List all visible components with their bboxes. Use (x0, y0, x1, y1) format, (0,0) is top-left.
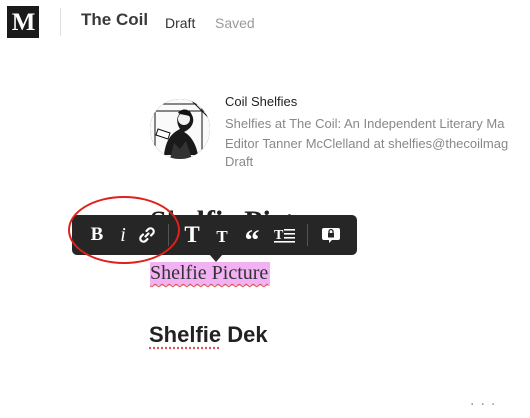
annotation-circle (68, 196, 180, 264)
author-bio: Shelfies at The Coil: An Independent Lit… (225, 116, 509, 151)
publication-name[interactable]: The Coil (81, 10, 148, 30)
save-state: Saved (215, 15, 255, 31)
lock-speech-icon (322, 228, 340, 243)
selected-text[interactable]: Shelfie Picture (150, 262, 271, 286)
draft-status: Draft (165, 15, 196, 31)
more-dots[interactable]: ... (470, 392, 501, 410)
private-note-button[interactable] (318, 220, 344, 250)
small-title-button[interactable]: T (209, 220, 235, 250)
large-title-button[interactable]: T (179, 220, 205, 250)
header-divider (60, 8, 61, 36)
toolbar-pointer (209, 254, 223, 262)
medium-logo[interactable]: M (7, 6, 39, 38)
avatar[interactable] (150, 99, 210, 159)
quote-button[interactable]: “ (239, 220, 265, 257)
drop-cap-icon: T (274, 228, 295, 243)
svg-text:T: T (274, 228, 284, 243)
dek-heading[interactable]: Shelfie Dek (149, 322, 268, 348)
drop-cap-button[interactable]: T (272, 220, 298, 250)
avatar-illustration (150, 99, 210, 159)
author-name[interactable]: Coil Shelfies (225, 94, 297, 109)
toolbar-separator (307, 224, 308, 246)
author-state: Draft (225, 154, 254, 169)
